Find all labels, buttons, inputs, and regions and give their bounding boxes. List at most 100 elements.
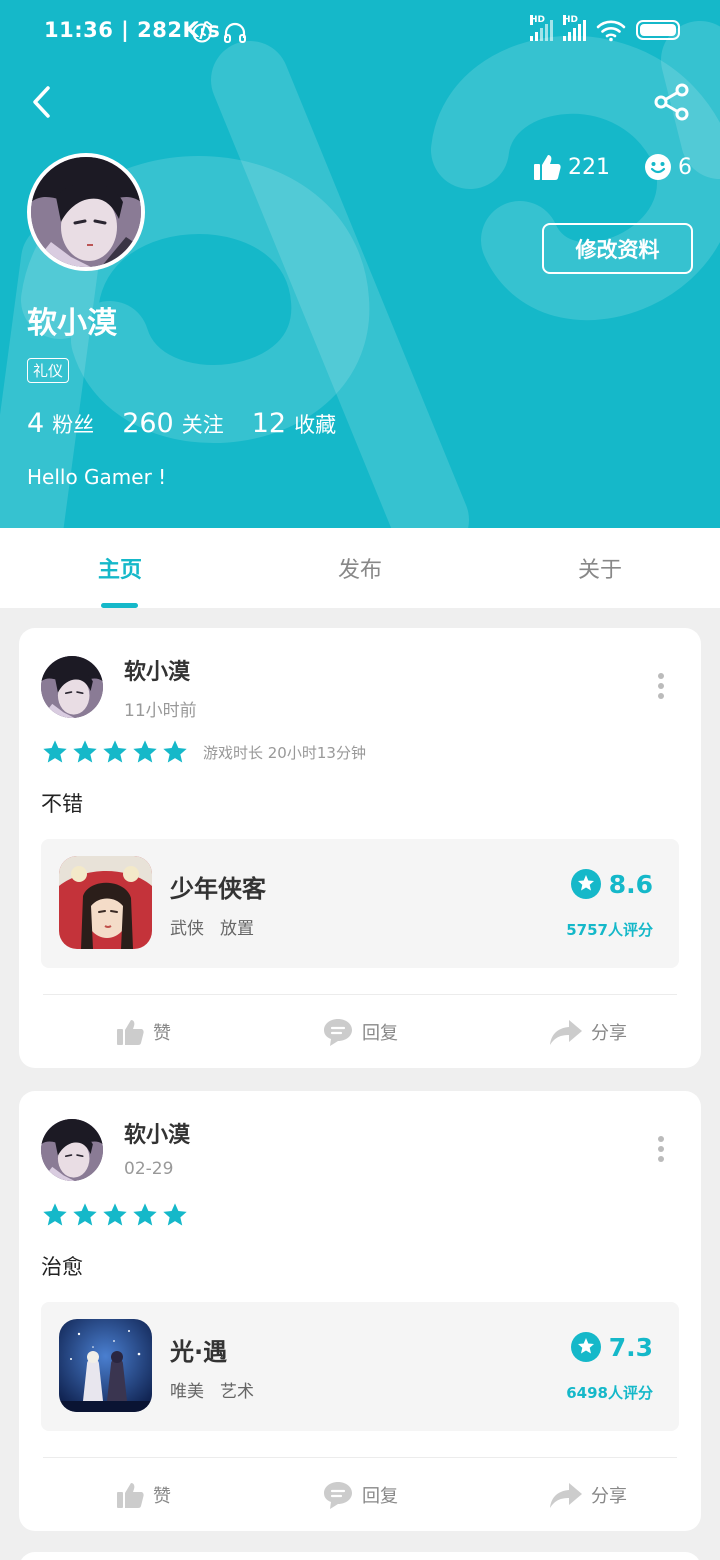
star-icon bbox=[73, 740, 97, 763]
followers-count[interactable]: 4 bbox=[27, 408, 44, 439]
edit-profile-button[interactable]: 修改资料 bbox=[542, 223, 693, 274]
post-rating bbox=[41, 1201, 189, 1229]
reply-button[interactable]: 回复 bbox=[322, 1458, 398, 1531]
share-button[interactable] bbox=[652, 82, 692, 122]
share-label: 分享 bbox=[591, 1022, 627, 1044]
post-author-avatar[interactable] bbox=[41, 1119, 103, 1181]
tab-posts[interactable]: 发布 bbox=[240, 528, 480, 608]
reply-button[interactable]: 回复 bbox=[322, 995, 398, 1068]
post-content: 不错 bbox=[41, 792, 83, 816]
back-icon bbox=[33, 86, 50, 118]
post-time: 02-29 bbox=[124, 1159, 174, 1179]
avatar-image bbox=[31, 157, 141, 267]
thumb-up-icon bbox=[117, 1482, 144, 1508]
smiles-stat: 6 bbox=[644, 153, 692, 181]
star-icon bbox=[43, 1203, 67, 1226]
game-name: 光·遇 bbox=[170, 1338, 228, 1366]
reply-label: 回复 bbox=[362, 1485, 398, 1507]
game-tag: 放置 bbox=[220, 919, 254, 939]
tab-active-indicator bbox=[101, 603, 138, 608]
status-bar: 11:36 | 282K/s HD HD bbox=[0, 0, 720, 64]
post-playtime: 游戏时长 20小时13分钟 bbox=[203, 743, 366, 762]
share-label: 分享 bbox=[591, 1485, 627, 1507]
comment-icon bbox=[324, 1481, 352, 1509]
signal-hd-label: HD bbox=[530, 15, 546, 25]
signal-icon-2: HD bbox=[563, 15, 586, 41]
post-author-name[interactable]: 软小漠 bbox=[124, 1117, 190, 1149]
alarm-icon bbox=[192, 21, 212, 43]
game-tag: 武侠 bbox=[170, 919, 204, 939]
post-card[interactable] bbox=[19, 1552, 701, 1560]
post-content: 治愈 bbox=[41, 1255, 83, 1279]
following-count[interactable]: 260 bbox=[122, 408, 174, 439]
star-icon bbox=[73, 1203, 97, 1226]
game-raters: 6498人评分 bbox=[566, 1384, 653, 1402]
tab-about-label: 关于 bbox=[577, 558, 622, 583]
wifi-icon bbox=[596, 20, 626, 42]
like-label: 赞 bbox=[153, 1485, 171, 1507]
thumb-up-icon bbox=[534, 155, 561, 180]
favorites-count[interactable]: 12 bbox=[252, 408, 286, 439]
forward-icon bbox=[550, 1019, 582, 1045]
game-tags: 武侠 放置 bbox=[170, 914, 254, 939]
profile-avatar[interactable] bbox=[27, 153, 145, 271]
forward-icon bbox=[550, 1482, 582, 1508]
game-name: 少年侠客 bbox=[170, 875, 266, 903]
headphone-icon bbox=[224, 22, 246, 43]
battery-icon bbox=[636, 20, 680, 40]
smile-icon bbox=[645, 154, 671, 180]
avatar-image bbox=[41, 656, 103, 718]
post-card[interactable]: 软小漠 02-29 治愈 光·遇 唯美 艺术 7.3 6498人评分 赞 回复 … bbox=[19, 1091, 701, 1531]
avatar-image bbox=[41, 1119, 103, 1181]
like-button[interactable]: 赞 bbox=[115, 995, 171, 1068]
share-icon bbox=[654, 83, 689, 121]
post-author-avatar[interactable] bbox=[41, 656, 103, 718]
more-icon[interactable] bbox=[657, 1135, 665, 1163]
share-post-button[interactable]: 分享 bbox=[549, 1458, 627, 1531]
game-icon bbox=[59, 856, 152, 949]
reply-label: 回复 bbox=[362, 1022, 398, 1044]
signal-hd-label: HD bbox=[563, 15, 579, 25]
star-icon bbox=[163, 740, 187, 763]
likes-stat: 221 bbox=[532, 152, 610, 182]
post-author-name[interactable]: 软小漠 bbox=[124, 654, 190, 686]
profile-header: 11:36 | 282K/s HD HD 221 6 修改资料 软小漠 礼仪 4… bbox=[0, 0, 720, 528]
likes-count: 221 bbox=[568, 154, 610, 180]
profile-bio: Hello Gamer ! bbox=[27, 465, 167, 489]
star-icon bbox=[570, 869, 601, 899]
post-rating: 游戏时长 20小时13分钟 bbox=[41, 738, 366, 766]
game-raters: 5757人评分 bbox=[566, 921, 653, 939]
game-score-value: 7.3 bbox=[608, 1332, 653, 1362]
tab-about[interactable]: 关于 bbox=[480, 528, 720, 608]
star-icon bbox=[133, 1203, 157, 1226]
favorites-label[interactable]: 收藏 bbox=[294, 409, 336, 439]
star-icon bbox=[133, 740, 157, 763]
following-label[interactable]: 关注 bbox=[182, 409, 224, 439]
game-score-value: 8.6 bbox=[608, 869, 653, 899]
like-label: 赞 bbox=[153, 1022, 171, 1044]
star-icon bbox=[43, 740, 67, 763]
tab-posts-label: 发布 bbox=[337, 558, 382, 583]
comment-icon bbox=[324, 1018, 352, 1046]
profile-tag[interactable]: 礼仪 bbox=[27, 358, 70, 383]
followers-label[interactable]: 粉丝 bbox=[52, 409, 94, 439]
game-tag: 艺术 bbox=[220, 1382, 254, 1402]
profile-username: 软小漠 bbox=[27, 306, 117, 341]
game-icon bbox=[59, 1319, 152, 1412]
signal-icon-1: HD bbox=[530, 15, 553, 41]
thumb-up-icon bbox=[117, 1019, 144, 1045]
game-card[interactable]: 少年侠客 武侠 放置 8.6 5757人评分 bbox=[41, 839, 679, 968]
star-icon bbox=[103, 740, 127, 763]
profile-tabs: 主页 发布 关于 bbox=[0, 528, 720, 608]
post-actions: 赞 回复 分享 bbox=[19, 995, 701, 1068]
more-icon[interactable] bbox=[657, 672, 665, 700]
star-icon bbox=[163, 1203, 187, 1226]
tab-home[interactable]: 主页 bbox=[0, 528, 240, 608]
game-card[interactable]: 光·遇 唯美 艺术 7.3 6498人评分 bbox=[41, 1302, 679, 1431]
like-button[interactable]: 赞 bbox=[115, 1458, 171, 1531]
game-score: 7.3 bbox=[570, 1332, 653, 1362]
share-post-button[interactable]: 分享 bbox=[549, 995, 627, 1068]
back-button[interactable] bbox=[24, 82, 64, 122]
post-time: 11小时前 bbox=[124, 701, 197, 721]
post-card[interactable]: 软小漠 11小时前 游戏时长 20小时13分钟 不错 少年侠客 武侠 放置 8.… bbox=[19, 628, 701, 1068]
